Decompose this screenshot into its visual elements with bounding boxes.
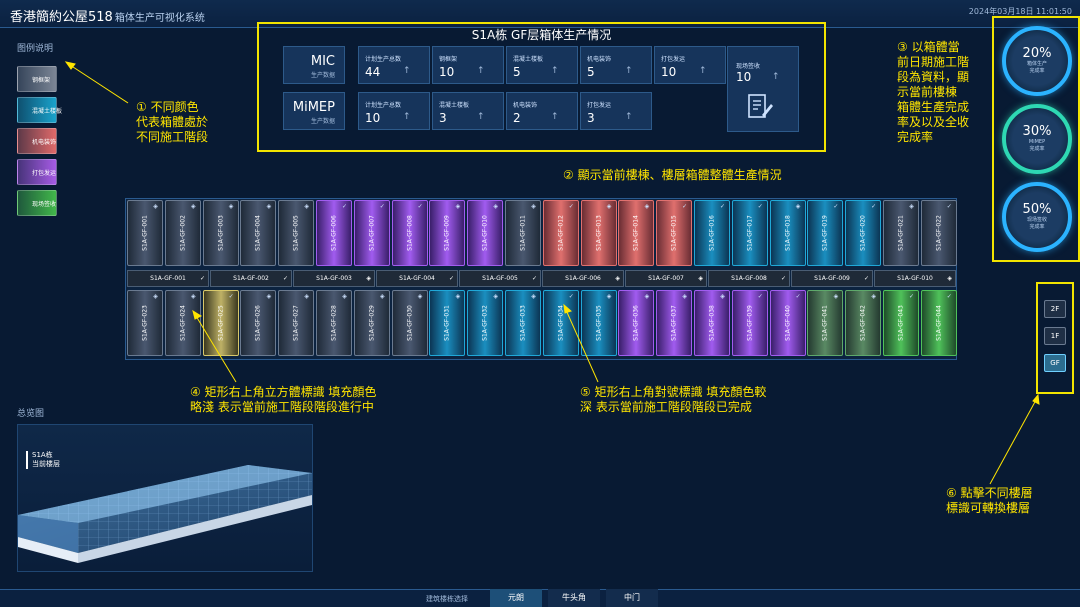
arrow-1 — [69, 64, 129, 104]
arrow-4 — [195, 315, 237, 383]
arrowhead-4 — [192, 309, 203, 320]
arrowhead-6 — [1032, 393, 1040, 405]
annotation-arrows — [64, 61, 1040, 485]
arrowhead-5 — [563, 303, 572, 314]
arrow-5 — [565, 309, 599, 383]
arrow-6 — [989, 399, 1037, 485]
